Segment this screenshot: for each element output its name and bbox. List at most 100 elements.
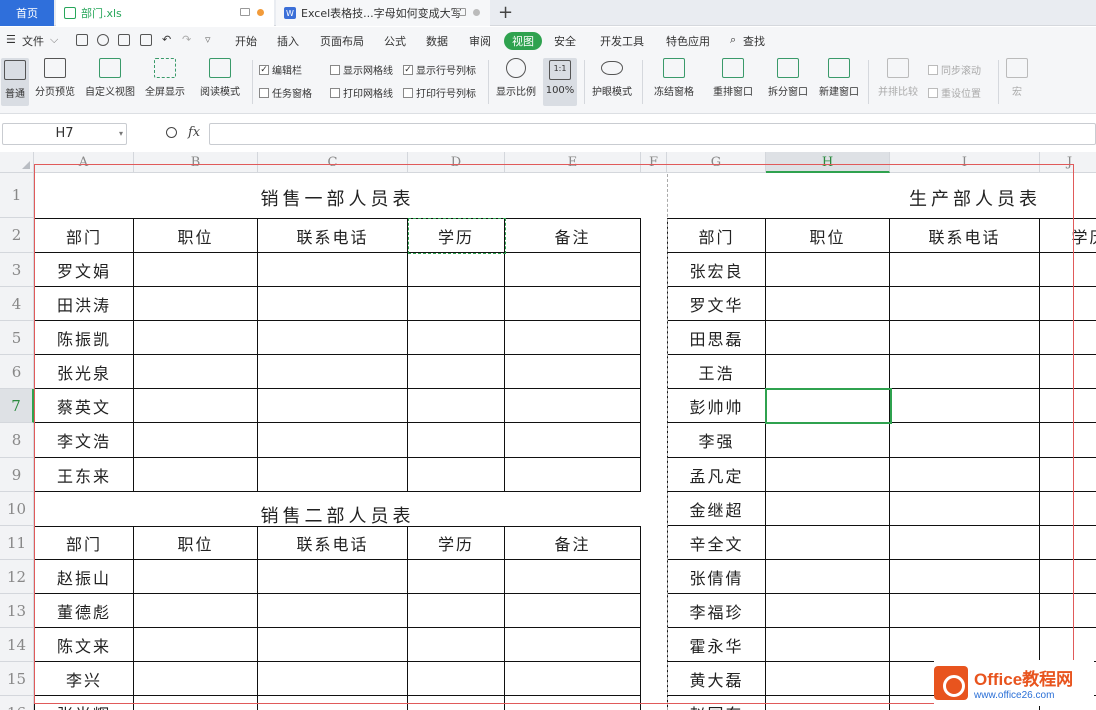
column-header-a[interactable]: A	[34, 152, 134, 173]
menu-review[interactable]: 审阅	[469, 33, 491, 49]
table2-cell[interactable]	[134, 560, 258, 594]
eye-protection-button[interactable]: 护眼模式	[589, 58, 635, 98]
table1-cell[interactable]	[505, 355, 641, 389]
table3-cell[interactable]	[766, 492, 890, 526]
table2-cell[interactable]	[505, 696, 641, 710]
reset-position-button[interactable]: 重设位置	[928, 85, 981, 100]
table3-cell[interactable]	[766, 628, 890, 662]
table3-cell[interactable]	[1040, 526, 1096, 560]
table2-header-cell[interactable]: 联系电话	[258, 526, 408, 560]
menu-data[interactable]: 数据	[426, 33, 448, 49]
show-gridlines-checkbox[interactable]: 显示网格线	[330, 62, 393, 77]
table3-name-cell[interactable]: 田思磊	[667, 321, 766, 355]
table2-cell[interactable]	[258, 696, 408, 710]
table2-cell[interactable]	[505, 560, 641, 594]
zoom-100-button[interactable]: 1:1 100%	[543, 58, 577, 106]
table2-cell[interactable]	[408, 560, 505, 594]
column-header-b[interactable]: B	[134, 152, 258, 173]
row-header-11[interactable]: 11	[0, 526, 34, 560]
table1-cell[interactable]	[258, 321, 408, 355]
row-header-7[interactable]: 7	[0, 389, 34, 423]
table2-header-cell[interactable]: 学历	[408, 526, 505, 560]
table1-cell[interactable]	[258, 355, 408, 389]
table3-cell[interactable]	[766, 696, 890, 710]
table2-cell[interactable]	[505, 594, 641, 628]
full-screen-button[interactable]: 全屏显示	[144, 58, 186, 98]
table2-cell[interactable]	[134, 696, 258, 710]
table2-name-cell[interactable]: 赵振山	[34, 560, 134, 594]
table1-cell[interactable]	[258, 458, 408, 492]
function-icon[interactable]: fx	[188, 125, 200, 140]
custom-view-button[interactable]: 自定义视图	[84, 58, 136, 98]
table3-cell[interactable]	[1040, 321, 1096, 355]
row-header-3[interactable]: 3	[0, 253, 34, 287]
table3-name-cell[interactable]: 张倩倩	[667, 560, 766, 594]
table3-name-cell[interactable]: 彭帅帅	[667, 389, 766, 423]
table1-cell[interactable]	[408, 355, 505, 389]
table3-name-cell[interactable]: 赵国东	[667, 696, 766, 710]
table1-cell[interactable]	[134, 423, 258, 458]
spreadsheet-grid[interactable]: ABCDEFGHIJ12345678910111213141516销售一部人员表…	[0, 152, 1096, 710]
table3-cell[interactable]	[766, 458, 890, 492]
table3-header-cell[interactable]: 联系电话	[890, 218, 1040, 253]
table3-cell[interactable]	[890, 389, 1040, 423]
table2-cell[interactable]	[505, 628, 641, 662]
table3-cell[interactable]	[890, 423, 1040, 458]
table3-name-cell[interactable]: 罗文华	[667, 287, 766, 321]
print-preview-icon[interactable]	[140, 34, 152, 46]
compare-side-by-side-button[interactable]: 并排比较	[876, 58, 920, 98]
table3-cell[interactable]	[766, 253, 890, 287]
table3-header-cell[interactable]: 学历	[1040, 218, 1096, 253]
table3-header-cell[interactable]: 职位	[766, 218, 890, 253]
menu-search[interactable]: 查找	[743, 33, 765, 49]
table3-cell[interactable]	[1040, 287, 1096, 321]
menu-insert[interactable]: 插入	[277, 33, 299, 49]
undo-icon[interactable]: ↶	[162, 33, 171, 46]
show-headings-checkbox[interactable]: ✓ 显示行号列标	[403, 62, 476, 77]
table3-name-cell[interactable]: 李强	[667, 423, 766, 458]
chevron-down-icon[interactable]: ▾	[119, 124, 123, 144]
table2-cell[interactable]	[258, 628, 408, 662]
table3-cell[interactable]	[1040, 389, 1096, 423]
table3-name-cell[interactable]: 李福珍	[667, 594, 766, 628]
row-header-15[interactable]: 15	[0, 662, 34, 696]
table3-name-cell[interactable]: 王浩	[667, 355, 766, 389]
table3-cell[interactable]	[1040, 355, 1096, 389]
table3-cell[interactable]	[1040, 253, 1096, 287]
table1-name-cell[interactable]: 李文浩	[34, 423, 134, 458]
table2-header-cell[interactable]: 部门	[34, 526, 134, 560]
table1-cell[interactable]	[408, 389, 505, 423]
table3-cell[interactable]	[890, 287, 1040, 321]
table1-cell[interactable]	[505, 253, 641, 287]
menu-formulas[interactable]: 公式	[384, 33, 406, 49]
formula-input[interactable]	[209, 123, 1096, 145]
table1-cell[interactable]	[258, 287, 408, 321]
table3-cell[interactable]	[766, 423, 890, 458]
table3-name-cell[interactable]: 霍永华	[667, 628, 766, 662]
menu-security[interactable]: 安全	[554, 33, 576, 49]
row-header-10[interactable]: 10	[0, 492, 34, 526]
hamburger-icon[interactable]: ☰	[6, 33, 16, 46]
row-header-9[interactable]: 9	[0, 458, 34, 492]
search-icon[interactable]: ⌕	[730, 33, 736, 47]
redo-icon[interactable]: ↷	[182, 33, 191, 46]
table1-cell[interactable]	[505, 389, 641, 423]
table3-cell[interactable]	[890, 253, 1040, 287]
row-header-1[interactable]: 1	[0, 173, 34, 218]
table1-cell[interactable]	[408, 287, 505, 321]
table1-cell[interactable]	[505, 458, 641, 492]
menu-home[interactable]: 开始	[235, 33, 257, 49]
export-icon[interactable]	[97, 34, 109, 46]
table1-cell[interactable]	[134, 389, 258, 423]
table1-cell[interactable]	[505, 321, 641, 355]
table3-header-cell[interactable]: 部门	[667, 218, 766, 253]
new-window-button[interactable]: 新建窗口	[817, 58, 861, 98]
table2-cell[interactable]	[408, 662, 505, 696]
table1-header-cell[interactable]: 职位	[134, 218, 258, 253]
table3-cell[interactable]	[766, 321, 890, 355]
column-header-c[interactable]: C	[258, 152, 408, 173]
arrange-windows-button[interactable]: 重排窗口	[709, 58, 757, 98]
table1-cell[interactable]	[134, 253, 258, 287]
table2-name-cell[interactable]: 陈文来	[34, 628, 134, 662]
save-icon[interactable]	[76, 34, 88, 46]
